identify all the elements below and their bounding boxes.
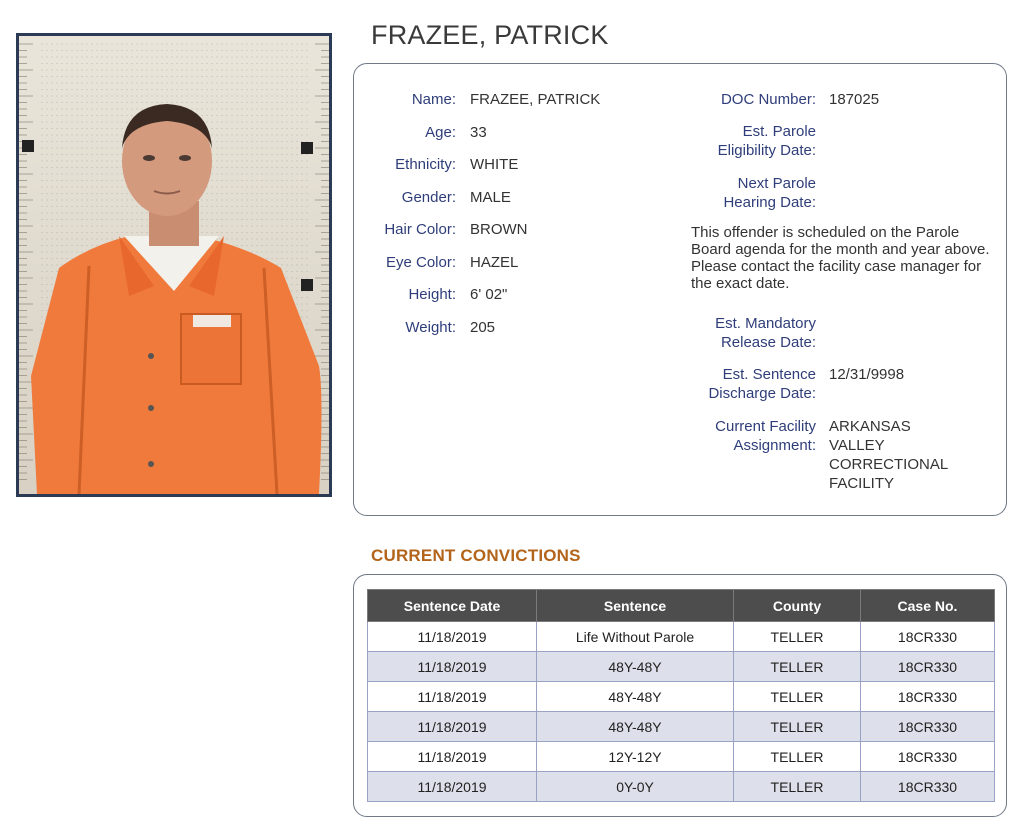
convictions-table-body: 11/18/2019 Life Without Parole TELLER 18CR3…: [367, 621, 995, 802]
convictions-panel: Sentence Date Sentence County Case No. 1…: [353, 574, 1007, 817]
field-value: WHITE: [470, 156, 519, 173]
cell-county: TELLER: [733, 621, 861, 652]
header-county: County: [733, 589, 861, 622]
facility-value-line: VALLEY: [829, 437, 885, 454]
cell-sentence-date: 11/18/2019: [367, 771, 537, 802]
field-label: Eye Color:: [385, 253, 456, 271]
field-label: Name:: [411, 91, 456, 108]
table-header-row: Sentence Date Sentence County Case No.: [367, 589, 995, 622]
cell-sentence: 12Y-12Y: [536, 741, 734, 772]
doc-number-label: DOC Number:: [720, 91, 816, 108]
cell-county: TELLER: [733, 651, 861, 682]
sentence-discharge-label-line2: Discharge Date:: [708, 385, 816, 402]
mandatory-release-label: Est. Mandatory Release Date:: [616, 314, 816, 352]
sentence-discharge-value: 12/31/9998: [829, 366, 905, 383]
table-row: 11/18/2019 0Y-0Y TELLER 18CR330: [367, 771, 995, 802]
cell-case-no: 18CR330: [860, 711, 995, 742]
facility-value-line: FACILITY: [829, 475, 895, 492]
field-value: MALE: [470, 188, 511, 206]
table-row: 11/18/2019 48Y-48Y TELLER 18CR330: [367, 651, 995, 682]
table-row: 11/18/2019 12Y-12Y TELLER 18CR330: [367, 741, 995, 772]
sentence-discharge-label-line1: Est. Sentence: [722, 366, 816, 383]
cell-case-no: 18CR330: [860, 621, 995, 652]
cell-case-no: 18CR330: [860, 651, 995, 682]
doc-number-value: 187025: [829, 91, 880, 108]
parole-board-note: This offender is scheduled on the Parole…: [691, 224, 990, 292]
facility-value-line: CORRECTIONAL: [829, 456, 949, 473]
cell-sentence: Life Without Parole: [536, 621, 734, 652]
cell-sentence: 48Y-48Y: [536, 651, 734, 682]
parole-eligibility-label-line1: Est. Parole: [742, 123, 816, 140]
facility-label-line2: Assignment:: [733, 437, 816, 454]
cell-sentence: 48Y-48Y: [536, 711, 734, 742]
cell-sentence-date: 11/18/2019: [367, 711, 537, 742]
field-value: 33: [470, 123, 487, 141]
cell-sentence-date: 11/18/2019: [367, 621, 537, 652]
cell-county: TELLER: [733, 681, 861, 712]
field-label: Weight:: [405, 318, 456, 336]
field-value: 205: [470, 318, 496, 336]
cell-sentence-date: 11/18/2019: [367, 741, 537, 772]
page-title: FRAZEE, PATRICK: [371, 20, 609, 50]
facility-value: ARKANSAS VALLEY CORRECTIONAL FACILITY: [829, 417, 948, 493]
field-value: HAZEL: [470, 253, 519, 271]
next-hearing-label: Next Parole Hearing Date:: [616, 174, 816, 212]
header-sentence-date: Sentence Date: [367, 589, 537, 622]
cell-case-no: 18CR330: [860, 771, 995, 802]
mandatory-release-label-line2: Release Date:: [720, 334, 816, 351]
cell-county: TELLER: [733, 741, 861, 772]
next-hearing-label-line2: Hearing Date:: [723, 194, 816, 211]
table-row: 11/18/2019 48Y-48Y TELLER 18CR330: [367, 711, 995, 742]
field-label: Height:: [408, 286, 456, 303]
table-row: 11/18/2019 48Y-48Y TELLER 18CR330: [367, 681, 995, 712]
facility-label-line1: Current Facility: [715, 418, 816, 435]
field-value: FRAZEE, PATRICK: [470, 91, 601, 108]
cell-case-no: 18CR330: [860, 681, 995, 712]
sentence-discharge-label: Est. Sentence Discharge Date:: [616, 365, 816, 403]
next-hearing-label-line1: Next Parole: [737, 175, 816, 192]
mugshot-photo: [16, 33, 332, 497]
cell-county: TELLER: [733, 771, 861, 802]
header-sentence: Sentence: [536, 589, 734, 622]
cell-case-no: 18CR330: [860, 741, 995, 772]
parole-eligibility-label-line2: Eligibility Date:: [717, 142, 816, 159]
convictions-title: CURRENT CONVICTIONS: [371, 546, 581, 565]
table-row: 11/18/2019 Life Without Parole TELLER 18CR3…: [367, 621, 995, 652]
cell-county: TELLER: [733, 711, 861, 742]
facility-value-line: ARKANSAS: [829, 418, 911, 435]
field-label: Age:: [425, 123, 456, 141]
cell-sentence-date: 11/18/2019: [367, 681, 537, 712]
field-label: Gender:: [401, 188, 456, 206]
parole-eligibility-label: Est. Parole Eligibility Date:: [616, 122, 816, 160]
field-label: Ethnicity:: [395, 156, 456, 173]
field-value: 6' 02": [470, 286, 508, 303]
field-label: Hair Color:: [384, 221, 456, 238]
facility-label: Current Facility Assignment:: [616, 417, 816, 455]
cell-sentence: 0Y-0Y: [536, 771, 734, 802]
mandatory-release-label-line1: Est. Mandatory: [715, 315, 816, 332]
cell-sentence: 48Y-48Y: [536, 681, 734, 712]
cell-sentence-date: 11/18/2019: [367, 651, 537, 682]
field-value: BROWN: [470, 221, 528, 238]
header-case-no: Case No.: [860, 589, 995, 622]
offender-info-panel: Name: FRAZEE, PATRICK Age: 33 Ethnicity: WHIT…: [353, 63, 1007, 516]
convictions-table: Sentence Date Sentence County Case No. 1…: [367, 589, 995, 802]
